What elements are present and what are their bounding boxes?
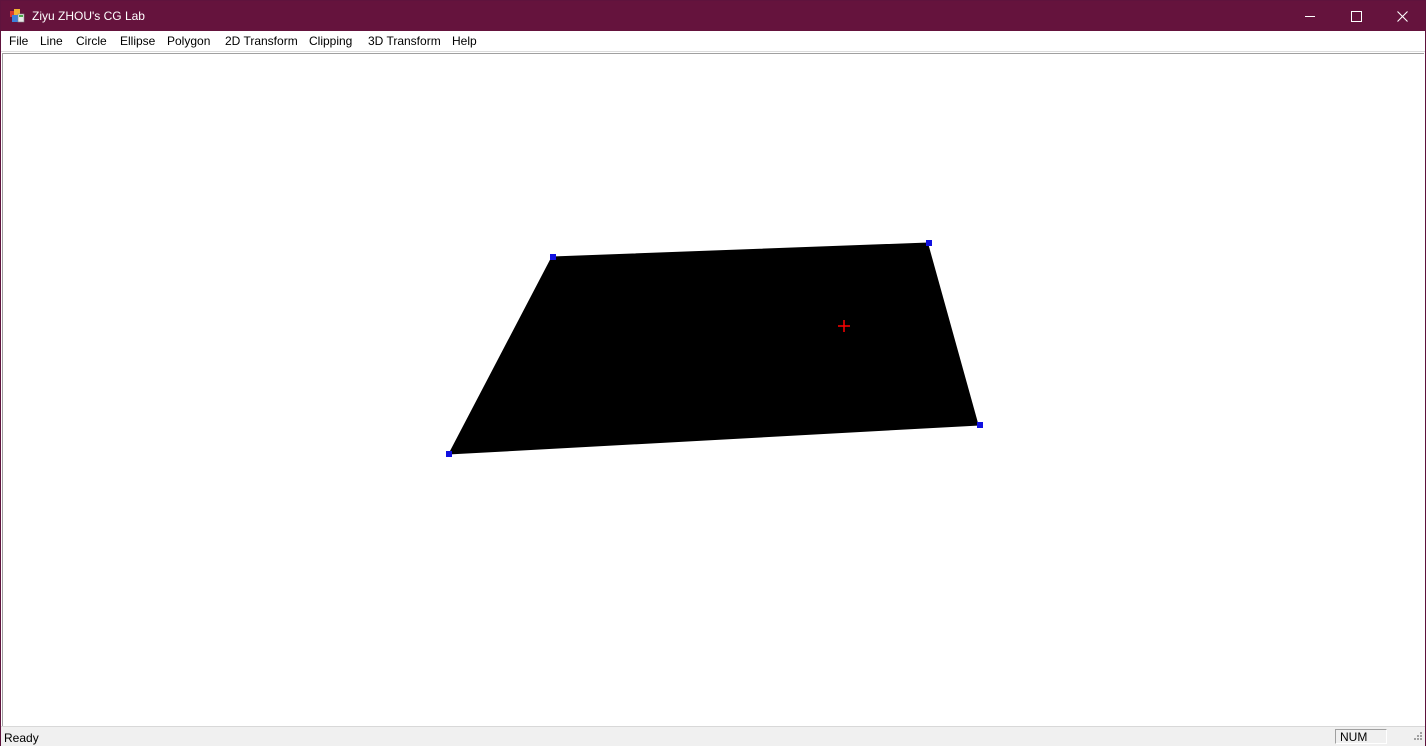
maximize-button[interactable] [1333, 1, 1379, 31]
status-bar: Ready NUM [1, 726, 1425, 746]
vertex-handle[interactable] [977, 422, 983, 428]
filled-quadrilateral[interactable] [448, 242, 980, 455]
menu-ellipse[interactable]: Ellipse [120, 34, 155, 49]
num-lock-indicator: NUM [1335, 729, 1387, 744]
title-bar[interactable]: Ziyu ZHOU's CG Lab [1, 1, 1425, 31]
vertex-handle[interactable] [926, 240, 932, 246]
close-icon [1397, 11, 1408, 22]
resize-grip-icon[interactable] [1411, 731, 1423, 743]
menu-polygon[interactable]: Polygon [167, 34, 210, 49]
num-lock-label: NUM [1340, 730, 1368, 744]
mfc-app-icon [10, 9, 25, 23]
menu-line[interactable]: Line [40, 34, 63, 49]
drawing-canvas-area[interactable] [2, 53, 1424, 726]
minimize-icon [1305, 16, 1315, 17]
menu-help[interactable]: Help [452, 34, 477, 49]
menu-circle[interactable]: Circle [76, 34, 107, 49]
app-window: Ziyu ZHOU's CG Lab File Line Circle Elli… [0, 0, 1426, 746]
status-text: Ready [4, 731, 39, 745]
vertex-handle[interactable] [446, 451, 452, 457]
maximize-icon [1351, 11, 1362, 22]
menu-file[interactable]: File [9, 34, 28, 49]
menu-bar: File Line Circle Ellipse Polygon 2D Tran… [1, 31, 1425, 52]
window-title: Ziyu ZHOU's CG Lab [32, 9, 145, 23]
close-button[interactable] [1379, 1, 1425, 31]
vertex-handle[interactable] [550, 254, 556, 260]
menu-3d-transform[interactable]: 3D Transform [368, 34, 441, 49]
drawing-canvas[interactable] [3, 54, 1423, 725]
menu-2d-transform[interactable]: 2D Transform [225, 34, 298, 49]
minimize-button[interactable] [1287, 1, 1333, 31]
menu-clipping[interactable]: Clipping [309, 34, 352, 49]
